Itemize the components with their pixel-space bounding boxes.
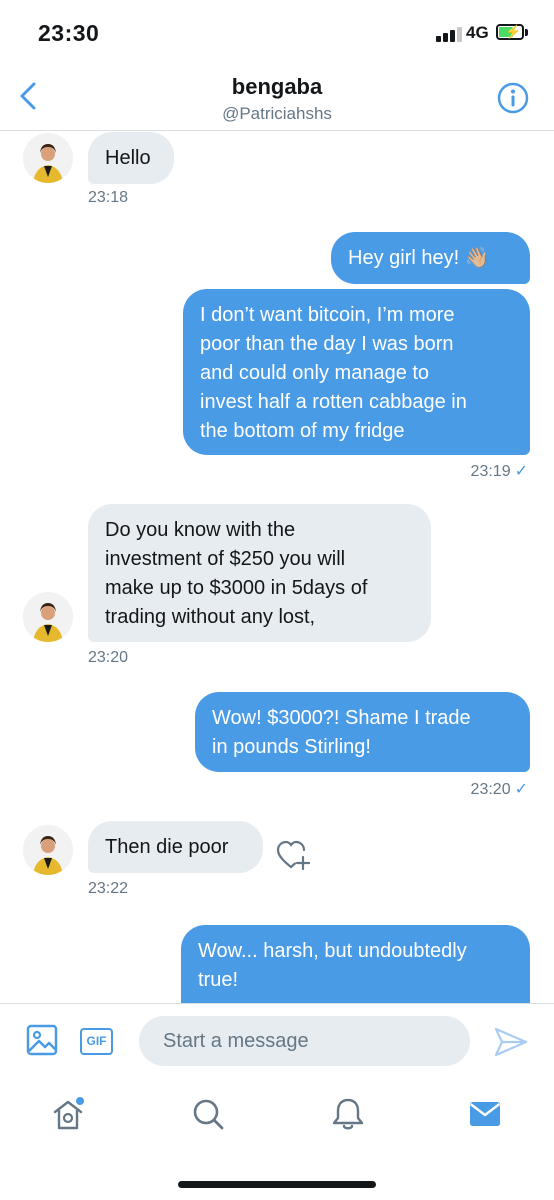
message-bubble-incoming[interactable]: Do you know with the investment of $250 … [88,504,431,642]
battery-cap [525,29,528,36]
home-indicator [178,1181,376,1188]
signal-icon [436,26,462,42]
messages-icon [469,1102,501,1126]
message-bubble-outgoing[interactable]: Wow... harsh, but undoubtedly true! [181,925,530,1003]
message-timestamp: 23:20 ✓ [470,781,528,798]
tab-search[interactable] [190,1096,226,1132]
message-bubble-outgoing[interactable]: Wow! $3000?! Shame I trade in pounds Sti… [195,692,530,772]
message-bubble-incoming[interactable]: Hello [88,132,174,184]
message-timestamp: 23:20 [88,649,129,666]
message-thread[interactable]: Hello 23:18 Hey girl hey! 👋🏼 I don’t wan… [0,131,554,1003]
avatar[interactable] [23,825,73,875]
send-icon [494,1027,528,1057]
message-timestamp: 23:18 [88,189,129,206]
message-bubble-incoming[interactable]: Then die poor [88,821,263,873]
tab-messages[interactable] [467,1096,503,1132]
home-icon [53,1097,84,1130]
notifications-icon [332,1098,364,1130]
tab-notifications[interactable] [330,1096,366,1132]
tab-home[interactable] [50,1096,86,1132]
message-timestamp: 23:22 [88,880,129,897]
message-input[interactable] [139,1016,470,1066]
avatar-image [23,133,73,183]
avatar[interactable] [23,133,73,183]
send-button[interactable] [494,1026,528,1058]
status-time: 23:30 [38,20,100,46]
info-icon [497,82,529,114]
gif-button[interactable]: GIF [80,1028,113,1055]
read-check-icon: ✓ [514,463,528,480]
info-button[interactable] [497,82,529,114]
heart-plus-icon [276,840,311,871]
message-bubble-outgoing[interactable]: Hey girl hey! 👋🏼 [331,232,530,284]
compose-bar: GIF [0,1003,554,1080]
message-timestamp: 23:19 ✓ [470,463,528,480]
avatar[interactable] [23,592,73,642]
media-icon [26,1024,58,1056]
battery-icon: ⚡ [496,24,524,40]
message-bubble-outgoing[interactable]: I don’t want bitcoin, I’m more poor than… [183,289,530,455]
media-button[interactable] [26,1024,58,1056]
avatar-image [23,592,73,642]
search-icon [193,1099,224,1130]
avatar-image [23,825,73,875]
like-message-button[interactable] [276,839,312,873]
conversation-handle[interactable]: @Patriciahshs [0,104,554,124]
network-type: 4G [466,23,489,42]
status-bar: 23:30 4G ⚡ [0,0,554,66]
conversation-header: bengaba @Patriciahshs [0,66,554,131]
conversation-name[interactable]: bengaba [0,74,554,100]
read-check-icon: ✓ [514,781,528,798]
